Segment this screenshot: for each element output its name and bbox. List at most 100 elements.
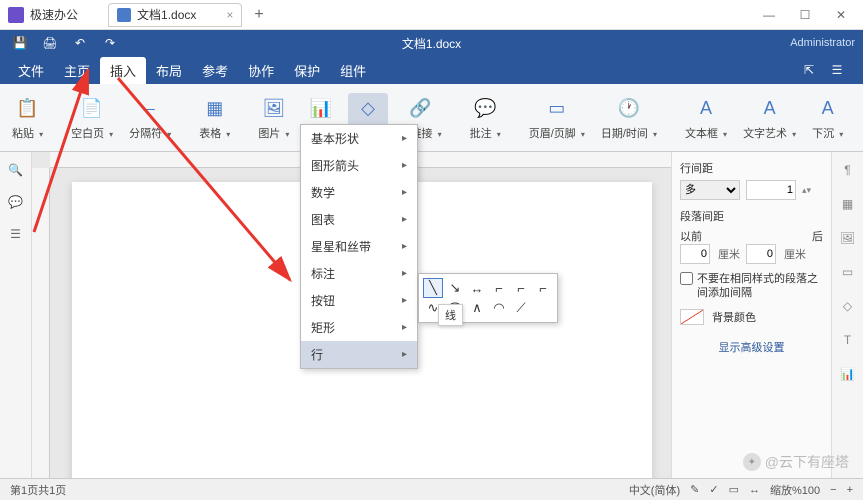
形状-icon: ◇ [354,95,382,123]
ribbon-批注[interactable]: 💬 批注 ▾ [466,93,505,143]
track-changes-icon[interactable]: ✎ [690,483,699,496]
ribbon-图片[interactable]: 🖼图片 ▾ [254,93,293,143]
ribbon-label: 文字艺术 ▾ [743,125,796,141]
zoom-in-icon[interactable]: + [847,484,853,496]
图表-icon: 📊 [307,95,335,123]
spinner-icon[interactable]: ▴▾ [802,185,811,196]
shape-tool-icon[interactable]: ◇ [838,296,858,316]
shape-menu-item[interactable]: 标注▸ [301,260,417,287]
view-fit-icon[interactable]: ▭ [729,483,739,496]
line-shape-option[interactable]: ⌐ [511,278,531,298]
bg-color-swatch[interactable] [680,309,704,325]
advanced-settings-link[interactable]: 显示高级设置 [680,339,823,355]
before-spacing-input[interactable] [680,244,710,264]
粘贴-icon: 📋 [14,95,42,123]
menu-5[interactable]: 协作 [238,57,284,84]
share-icon[interactable]: ⇱ [799,60,819,80]
line-spacing-select[interactable]: 多 [680,180,740,200]
line-shape-option[interactable]: ◠ [489,298,509,318]
vertical-ruler[interactable] [32,168,50,478]
文本框-icon: A [692,95,720,123]
shape-menu-item[interactable]: 矩形▸ [301,314,417,341]
page-status: 第1页共1页 [10,482,66,498]
after-label: 后 [812,228,823,244]
ribbon-日期/时间[interactable]: 🕐日期/时间 ▾ [597,93,661,143]
close-button[interactable]: ✕ [827,5,855,25]
line-spacing-label: 行间距 [680,160,823,176]
shape-menu-item[interactable]: 图形箭头▸ [301,152,417,179]
ribbon-下沉[interactable]: A下沉 ▾ [808,93,847,143]
header-tool-icon[interactable]: ▭ [838,262,858,282]
zoom-out-icon[interactable]: − [830,484,836,496]
image-tool-icon[interactable]: 🖼 [838,228,858,248]
menu-0[interactable]: 文件 [8,57,54,84]
watermark-icon: ✦ [743,453,761,471]
shape-menu-item[interactable]: 图表▸ [301,206,417,233]
paragraph-icon[interactable]: ¶ [838,160,858,180]
shape-menu-item[interactable]: 基本形状▸ [301,125,417,152]
spellcheck-icon[interactable]: ✓ [709,483,718,496]
批注-icon: 💬 [471,95,499,123]
outline-icon[interactable]: ☰ [6,224,26,244]
ribbon-分隔符[interactable]: ⎯分隔符 ▾ [125,93,175,143]
minimize-button[interactable]: — [755,5,783,25]
comments-icon[interactable]: 💬 [6,192,26,212]
ribbon-label: 批注 ▾ [470,125,501,141]
tab-add-button[interactable]: + [254,6,263,24]
shape-menu-item[interactable]: 按钮▸ [301,287,417,314]
menu-4[interactable]: 参考 [192,57,238,84]
ribbon-文字艺术[interactable]: A 文字艺术 ▾ [739,93,800,143]
print-button[interactable]: 🖨 [38,33,62,53]
line-spacing-input[interactable] [746,180,796,200]
ribbon-页眉/页脚[interactable]: ▭页眉/页脚 ▾ [525,93,589,143]
ribbon-空白页[interactable]: 📄空白页 ▾ [67,93,117,143]
ribbon-文本框[interactable]: A文本框 ▾ [681,93,731,143]
save-button[interactable]: 💾 [8,33,32,53]
line-shape-option[interactable]: ↔ [467,278,487,298]
ribbon-label: 粘贴 ▾ [12,125,43,141]
undo-button[interactable]: ↶ [68,33,92,53]
user-label: Administrator [790,37,855,49]
checkbox-label: 不要在相同样式的段落之间添加间隔 [697,272,823,301]
after-spacing-input[interactable] [746,244,776,264]
ribbon: 📋粘贴 ▾📄空白页 ▾⎯分隔符 ▾▦表格 ▾🖼图片 ▾📊图表 ▾◇形状 ▾🔗超链… [0,84,863,152]
maximize-button[interactable]: ☐ [791,5,819,25]
menu-2[interactable]: 插入 [100,57,146,84]
分隔符-icon: ⎯ [136,95,164,123]
shape-menu-item[interactable]: 行▸ [301,341,417,368]
shape-menu-item[interactable]: 星星和丝带▸ [301,233,417,260]
menu-icon[interactable]: ☰ [827,60,847,80]
document-tab[interactable]: 文档1.docx × [108,3,242,27]
menu-7[interactable]: 组件 [330,57,376,84]
line-shape-option[interactable]: ⟋ [511,298,531,318]
shape-menu-item[interactable]: 数学▸ [301,179,417,206]
文字艺术-icon: A [756,95,784,123]
search-icon[interactable]: 🔍 [6,160,26,180]
app-icon [8,7,24,23]
line-shape-option[interactable]: ∧ [467,298,487,318]
line-shape-option[interactable]: ⌐ [489,278,509,298]
table-tool-icon[interactable]: ▦ [838,194,858,214]
tab-close-icon[interactable]: × [226,8,233,22]
view-width-icon[interactable]: ↔ [749,484,760,496]
zoom-status[interactable]: 缩放%100 [770,482,820,498]
redo-button[interactable]: ↷ [98,33,122,53]
图片-icon: 🖼 [260,95,288,123]
doc-icon [117,8,131,22]
no-spacing-checkbox[interactable] [680,272,693,285]
ribbon-粘贴[interactable]: 📋 粘贴 ▾ [8,93,47,143]
text-tool-icon[interactable]: T [838,330,858,350]
menubar: 文件主页插入布局参考协作保护组件 ⇱ ☰ [0,56,863,84]
menu-6[interactable]: 保护 [284,57,330,84]
language-status[interactable]: 中文(简体) [629,482,680,498]
watermark-text: @云下有座塔 [765,452,849,472]
left-toolbar: 🔍 💬 ☰ [0,152,32,478]
menu-3[interactable]: 布局 [146,57,192,84]
ribbon-表格[interactable]: ▦表格 ▾ [195,93,234,143]
line-shape-option[interactable]: ⌐ [533,278,553,298]
line-shape-option[interactable]: ╲ [423,278,443,298]
menu-1[interactable]: 主页 [54,57,100,84]
line-shape-option[interactable]: ↘ [445,278,465,298]
chart-tool-icon[interactable]: 📊 [838,364,858,384]
properties-panel: 行间距 多 ▴▾ 段落间距 以前 后 厘米 厘米 [671,152,831,478]
